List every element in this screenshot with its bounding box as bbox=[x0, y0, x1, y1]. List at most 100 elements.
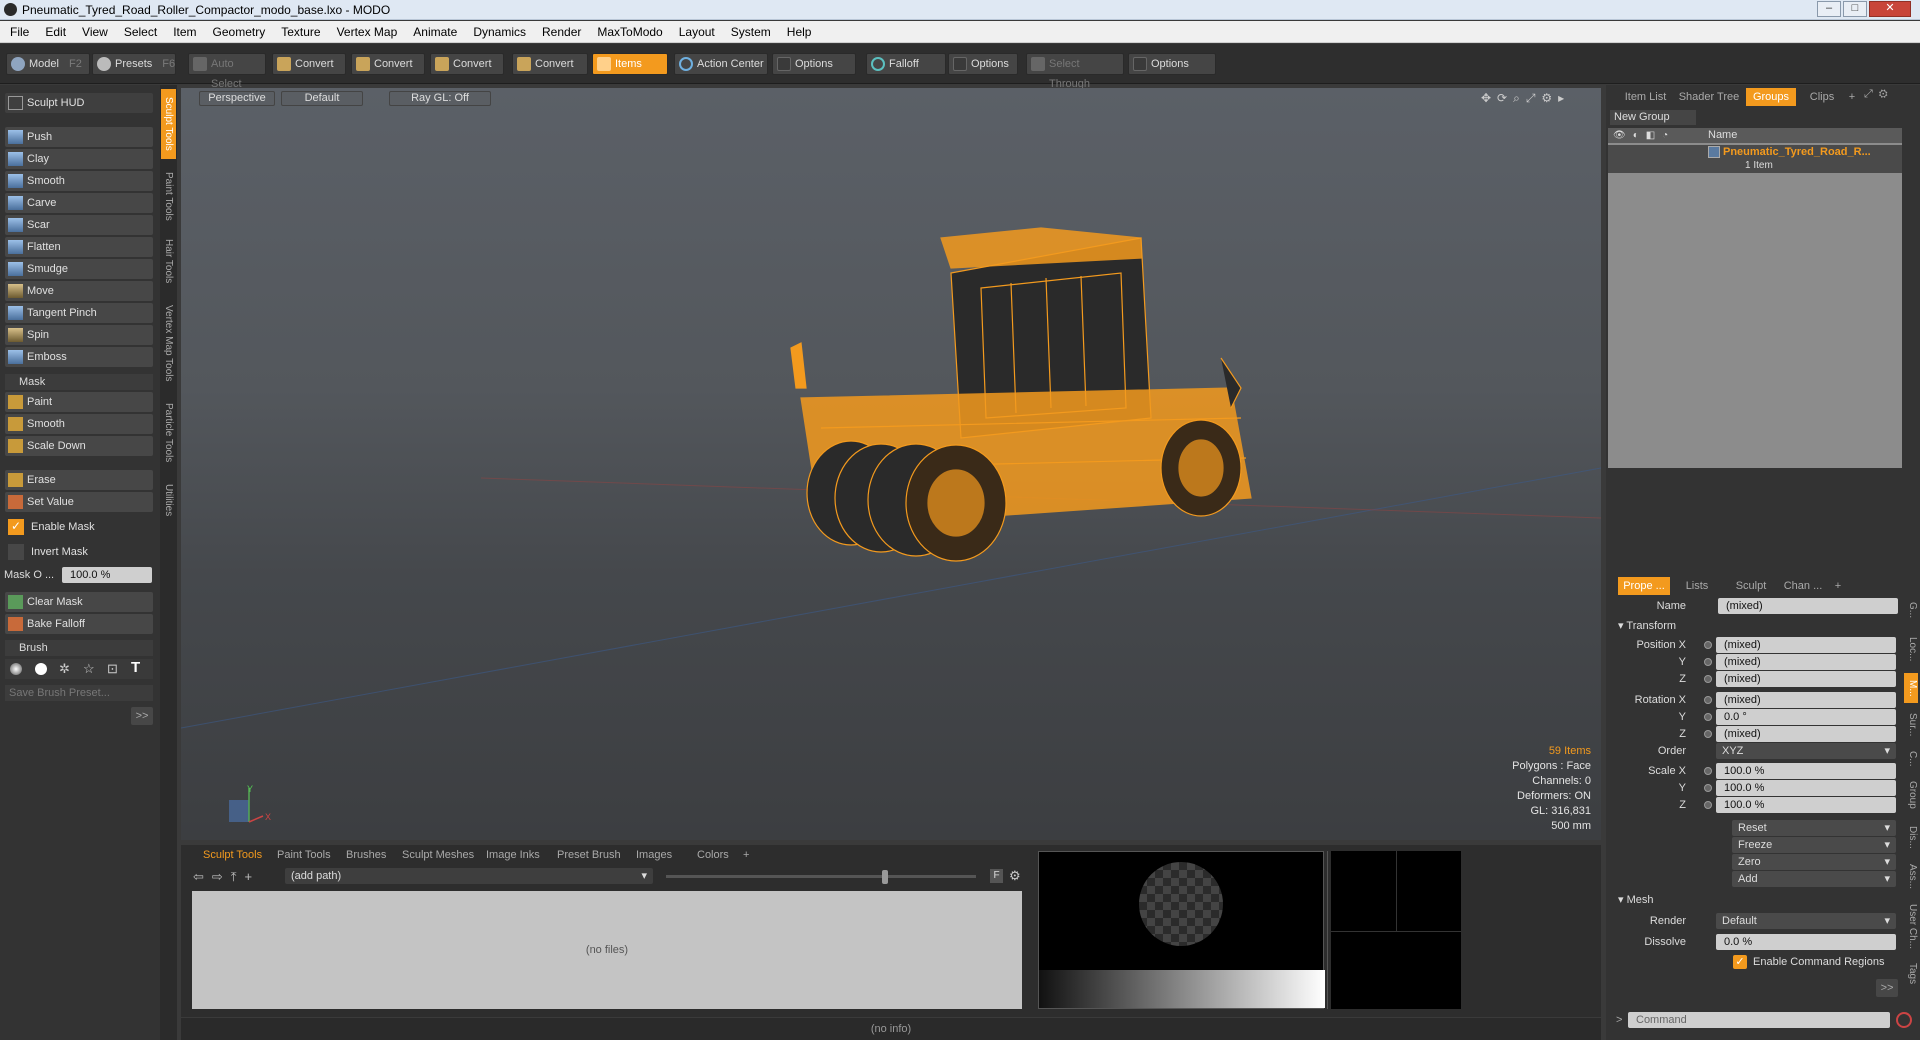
select-through-button[interactable]: Select Through bbox=[1026, 53, 1124, 90]
keyframe-dot-icon[interactable] bbox=[1704, 713, 1712, 721]
tab-clips[interactable]: Clips bbox=[1802, 88, 1842, 106]
convert-button-2[interactable]: Convert bbox=[351, 53, 425, 75]
tab-image-inks[interactable]: Image Inks bbox=[486, 848, 540, 862]
path-dropdown[interactable]: (add path) ▾ bbox=[285, 868, 653, 884]
tool-smudge[interactable]: Smudge bbox=[5, 259, 153, 279]
tool-smooth[interactable]: Smooth bbox=[5, 171, 153, 191]
slider-handle[interactable] bbox=[882, 870, 888, 884]
props-expand-button[interactable]: >> bbox=[1876, 979, 1898, 997]
3d-viewport[interactable]: Perspective Default Ray GL: Off ✥⟳⌕⤢⚙▸ Y… bbox=[181, 88, 1601, 840]
minimize-button[interactable]: – bbox=[1817, 1, 1841, 17]
falloff-button[interactable]: Falloff bbox=[866, 53, 946, 75]
tool-scar[interactable]: Scar bbox=[5, 215, 153, 235]
brush-section-header[interactable]: Brush bbox=[5, 640, 153, 656]
sculpt-hud-button[interactable]: Sculpt HUD bbox=[5, 93, 153, 113]
star-brush-icon[interactable]: ☆ bbox=[83, 661, 95, 677]
menu-file[interactable]: File bbox=[0, 21, 37, 43]
convert-button-4[interactable]: Convert bbox=[512, 53, 588, 75]
tab-vertex-map-tools[interactable]: Vertex Map Tools bbox=[161, 295, 176, 391]
keyframe-dot-icon[interactable] bbox=[1704, 784, 1712, 792]
bake-falloff-button[interactable]: Bake Falloff bbox=[5, 614, 153, 634]
tool-carve[interactable]: Carve bbox=[5, 193, 153, 213]
tab-sculpt[interactable]: Sculpt bbox=[1728, 577, 1774, 595]
tool-spin[interactable]: Spin bbox=[5, 325, 153, 345]
tab-channels[interactable]: Chan ... bbox=[1778, 577, 1828, 595]
tab-groups[interactable]: Groups bbox=[1746, 88, 1796, 106]
new-group-button[interactable]: New Group bbox=[1610, 110, 1696, 125]
tab-brushes[interactable]: Brushes bbox=[346, 848, 386, 862]
menu-texture[interactable]: Texture bbox=[273, 21, 328, 43]
save-brush-preset-field[interactable]: Save Brush Preset... bbox=[5, 685, 153, 701]
mask-scale-down-button[interactable]: Scale Down bbox=[5, 436, 153, 456]
side-tab-ass[interactable]: Ass... bbox=[1904, 859, 1918, 895]
side-tab-user-channels[interactable]: User Ch... bbox=[1904, 899, 1918, 955]
menu-dynamics[interactable]: Dynamics bbox=[465, 21, 534, 43]
action-center-button[interactable]: Action Center bbox=[674, 53, 768, 75]
tab-hair-tools[interactable]: Hair Tools bbox=[161, 233, 176, 289]
tool-emboss[interactable]: Emboss bbox=[5, 347, 153, 367]
convert-button-1[interactable]: Convert bbox=[272, 53, 346, 75]
mask-paint-button[interactable]: Paint bbox=[5, 392, 153, 412]
side-tab-m[interactable]: M... bbox=[1904, 673, 1918, 703]
group-row[interactable]: Pneumatic_Tyred_Road_R... 1 Item bbox=[1608, 145, 1902, 173]
enable-mask-checkbox[interactable]: ✓ Enable Mask bbox=[5, 517, 153, 537]
rotation-x-field[interactable]: (mixed) bbox=[1716, 692, 1896, 708]
menu-system[interactable]: System bbox=[723, 21, 779, 43]
keyframe-dot-icon[interactable] bbox=[1704, 696, 1712, 704]
tab-colors[interactable]: Colors bbox=[697, 848, 729, 862]
tab-properties[interactable]: Prope ... bbox=[1618, 577, 1670, 595]
menu-help[interactable]: Help bbox=[779, 21, 820, 43]
mesh-section-header[interactable]: ▾ Mesh bbox=[1618, 893, 1653, 906]
tool-move[interactable]: Move bbox=[5, 281, 153, 301]
tool-clay[interactable]: Clay bbox=[5, 149, 153, 169]
items-mode-button[interactable]: Items bbox=[592, 53, 668, 75]
tab-utilities[interactable]: Utilities bbox=[161, 475, 176, 525]
tool-tangent-pinch[interactable]: Tangent Pinch bbox=[5, 303, 153, 323]
convert-button-3[interactable]: Convert bbox=[430, 53, 504, 75]
mask-section-header[interactable]: Mask bbox=[5, 374, 153, 390]
scale-z-field[interactable]: 100.0 % bbox=[1716, 797, 1896, 813]
set-value-button[interactable]: Set Value bbox=[5, 492, 153, 512]
thumbnail-size-slider[interactable] bbox=[666, 875, 976, 878]
transform-section-header[interactable]: ▾ Transform bbox=[1618, 619, 1676, 632]
menu-render[interactable]: Render bbox=[534, 21, 589, 43]
record-icon[interactable] bbox=[1896, 1012, 1912, 1028]
tab-sculpt-tools[interactable]: Sculpt Tools bbox=[161, 89, 176, 159]
side-tab-group[interactable]: Group bbox=[1904, 775, 1918, 815]
mask-smooth-button[interactable]: Smooth bbox=[5, 414, 153, 434]
side-tab-dis[interactable]: Dis... bbox=[1904, 819, 1918, 855]
maximize-button[interactable]: □ bbox=[1843, 1, 1867, 17]
auto-select-button[interactable]: Auto Select bbox=[188, 53, 266, 90]
path-nav-icons[interactable]: ⇦⇨⤒+ bbox=[193, 869, 260, 885]
menu-edit[interactable]: Edit bbox=[37, 21, 74, 43]
position-z-field[interactable]: (mixed) bbox=[1716, 671, 1896, 687]
model-mode-button[interactable]: Model F2 bbox=[6, 53, 90, 75]
zero-dropdown[interactable]: Zero ▾ bbox=[1732, 854, 1896, 870]
soft-brush-icon[interactable] bbox=[10, 663, 22, 675]
tab-sculpt-tools-bottom[interactable]: Sculpt Tools bbox=[203, 848, 262, 862]
menu-geometry[interactable]: Geometry bbox=[205, 21, 274, 43]
image-brush-icon[interactable]: ⊡ bbox=[107, 661, 118, 677]
add-tab-button[interactable]: + bbox=[743, 848, 749, 862]
keyframe-dot-icon[interactable] bbox=[1704, 767, 1712, 775]
side-tab-loc[interactable]: Loc... bbox=[1904, 629, 1918, 669]
keyframe-dot-icon[interactable] bbox=[1704, 658, 1712, 666]
panel-expand-icons[interactable]: ⤢⚙ bbox=[1864, 88, 1894, 101]
tab-particle-tools[interactable]: Particle Tools bbox=[161, 397, 176, 469]
tool-flatten[interactable]: Flatten bbox=[5, 237, 153, 257]
menu-maxtomodo[interactable]: MaxToModo bbox=[589, 21, 670, 43]
invert-mask-checkbox[interactable]: Invert Mask bbox=[5, 542, 153, 562]
close-button[interactable]: ✕ bbox=[1869, 1, 1911, 17]
menu-view[interactable]: View bbox=[74, 21, 116, 43]
side-tab-g[interactable]: G... bbox=[1904, 595, 1918, 625]
side-tab-c[interactable]: C... bbox=[1904, 747, 1918, 771]
side-tab-sur[interactable]: Sur... bbox=[1904, 707, 1918, 743]
mask-opacity-field[interactable]: 100.0 % bbox=[62, 567, 152, 583]
groups-list[interactable]: 👁◐◧◔ Name Pneumatic_Tyred_Road_R... 1 It… bbox=[1608, 128, 1902, 468]
menu-layout[interactable]: Layout bbox=[671, 21, 723, 43]
name-field[interactable]: (mixed) bbox=[1718, 598, 1898, 614]
clear-mask-button[interactable]: Clear Mask bbox=[5, 592, 153, 612]
scale-x-field[interactable]: 100.0 % bbox=[1716, 763, 1896, 779]
rotation-z-field[interactable]: (mixed) bbox=[1716, 726, 1896, 742]
render-dropdown[interactable]: Default ▾ bbox=[1716, 913, 1896, 929]
